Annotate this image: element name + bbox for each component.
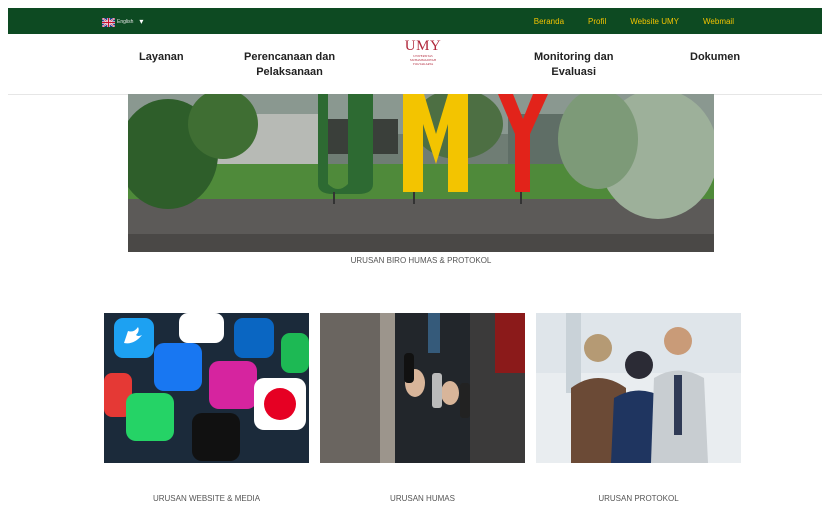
link-website-umy[interactable]: Website UMY bbox=[630, 17, 679, 26]
main-nav: Layanan Perencanaan dan Pelaksanaan UMY … bbox=[8, 34, 822, 95]
top-links: Beranda Profil Website UMY Webmail bbox=[534, 17, 734, 26]
language-label: English bbox=[117, 19, 134, 25]
link-beranda[interactable]: Beranda bbox=[534, 17, 564, 26]
nav-monitoring-line2: Evaluasi bbox=[551, 66, 597, 78]
nav-monitoring[interactable]: Monitoring dan Evaluasi bbox=[534, 50, 613, 80]
card-image-website-media[interactable] bbox=[104, 313, 309, 463]
card-caption-humas: URUSAN HUMAS bbox=[390, 494, 455, 503]
caret-down-icon: ▾ bbox=[139, 17, 144, 26]
logo-title: UMY bbox=[404, 38, 442, 54]
nav-dokumen-label: Dokumen bbox=[690, 51, 741, 63]
hero-caption: URUSAN BIRO HUMAS & PROTOKOL bbox=[350, 256, 492, 265]
nav-layanan[interactable]: Layanan bbox=[139, 50, 184, 65]
logo-subtitle-3: YOGYAKARTA bbox=[412, 62, 434, 66]
spotify-icon bbox=[281, 333, 309, 373]
card-caption-protokol: URUSAN PROTOKOL bbox=[598, 494, 679, 503]
nav-monitoring-line1: Monitoring dan bbox=[534, 51, 614, 63]
card-caption-website-media: URUSAN WEBSITE & MEDIA bbox=[152, 494, 261, 503]
link-webmail[interactable]: Webmail bbox=[703, 17, 734, 26]
card-image-protokol[interactable] bbox=[536, 313, 741, 463]
link-profil[interactable]: Profil bbox=[588, 17, 606, 26]
nav-perencanaan[interactable]: Perencanaan dan Pelaksanaan bbox=[244, 50, 335, 80]
language-selector[interactable]: English ▾ bbox=[102, 16, 143, 28]
umy-logo[interactable]: UMY UNIVERSITAS MUHAMMADIYAH YOGYAKARTA bbox=[393, 38, 453, 66]
tiktok-icon bbox=[192, 413, 240, 461]
nav-dokumen[interactable]: Dokumen bbox=[690, 50, 740, 65]
google-icon bbox=[179, 313, 224, 343]
hero-image bbox=[128, 94, 714, 252]
nav-perencanaan-line1: Perencanaan dan bbox=[244, 51, 336, 63]
top-bar: English ▾ Beranda Profil Website UMY Web… bbox=[8, 8, 822, 34]
card-image-humas[interactable] bbox=[320, 313, 525, 463]
instagram-icon bbox=[209, 361, 257, 409]
linkedin-icon bbox=[234, 318, 274, 358]
facebook-icon bbox=[154, 343, 202, 391]
uk-flag-icon bbox=[102, 17, 115, 27]
whatsapp-icon bbox=[126, 393, 174, 441]
nav-layanan-label: Layanan bbox=[139, 51, 184, 63]
nav-perencanaan-line2: Pelaksanaan bbox=[256, 66, 323, 78]
